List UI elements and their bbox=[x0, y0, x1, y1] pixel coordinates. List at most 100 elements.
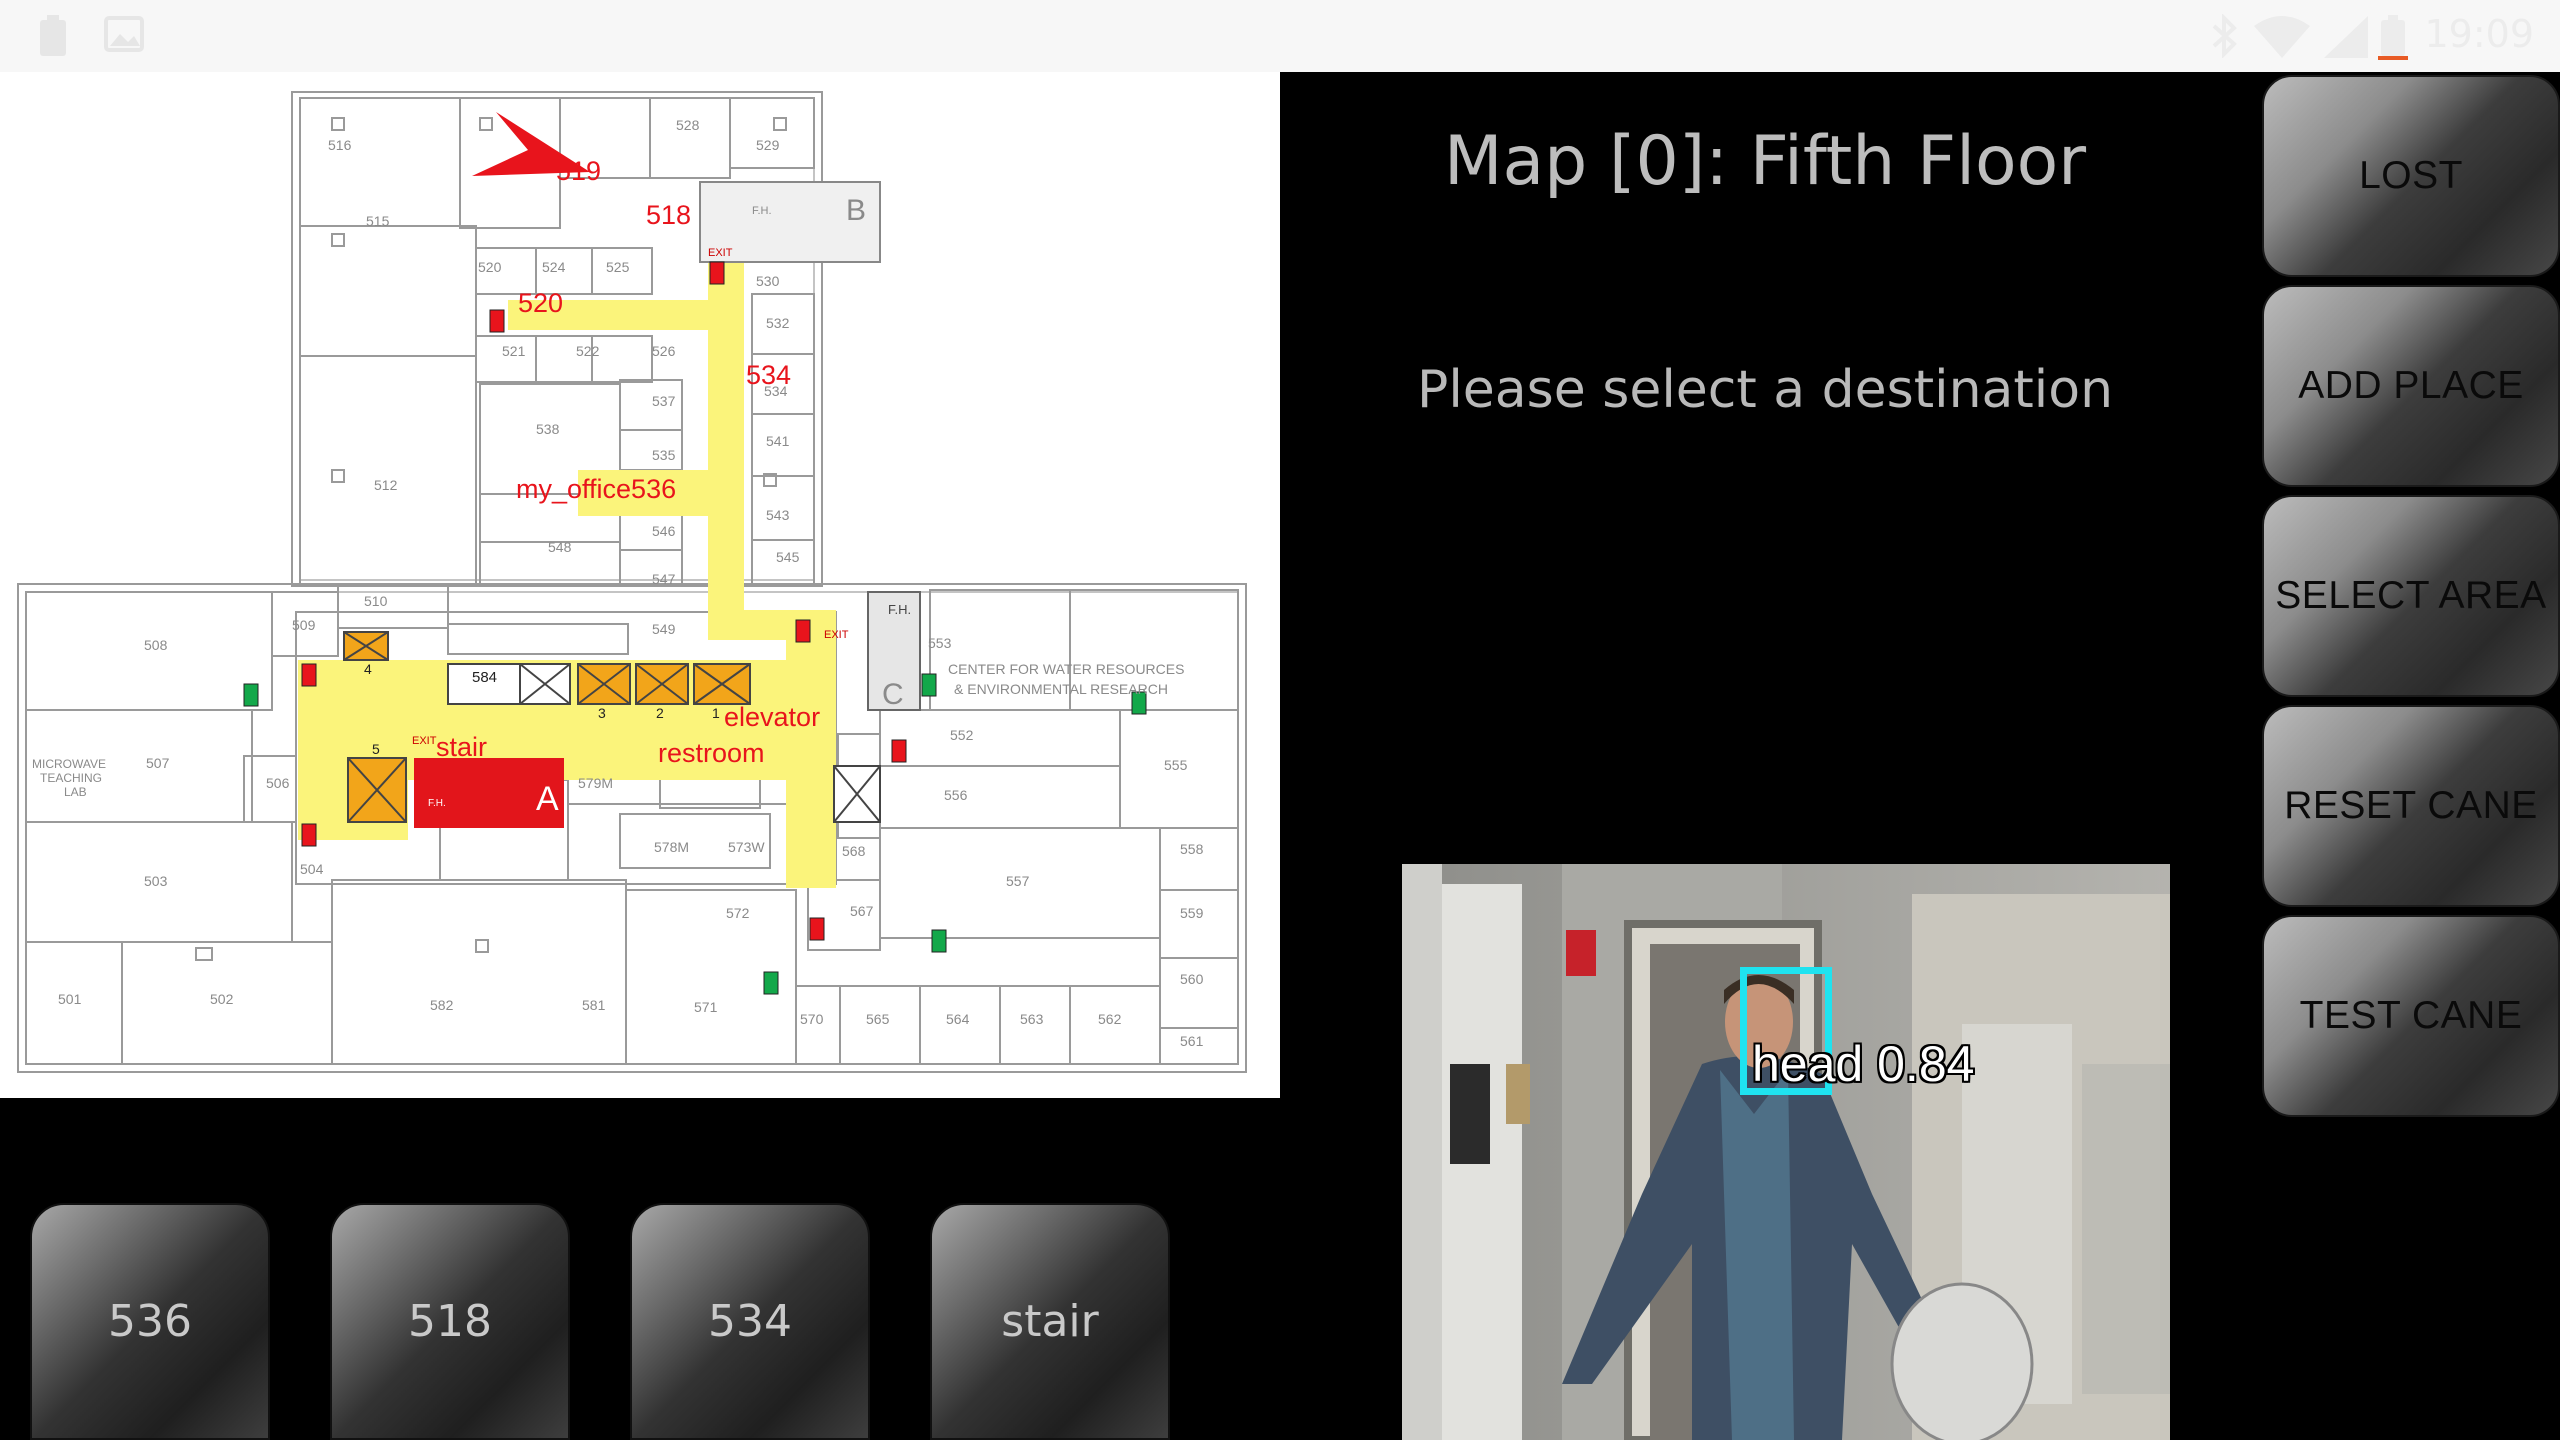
destination-button-536[interactable]: 536 bbox=[30, 1203, 270, 1440]
status-bar: 19:09 bbox=[0, 0, 2560, 72]
svg-text:508: 508 bbox=[144, 637, 168, 653]
image-icon bbox=[104, 16, 144, 52]
svg-text:560: 560 bbox=[1180, 971, 1204, 987]
svg-text:A: A bbox=[536, 780, 559, 818]
svg-text:581: 581 bbox=[582, 997, 606, 1013]
svg-text:568: 568 bbox=[842, 843, 866, 859]
floor-map[interactable]: 516 528 529 515 520 524 525 530 521 522 … bbox=[0, 72, 1280, 1098]
svg-text:556: 556 bbox=[944, 787, 968, 803]
svg-text:516: 516 bbox=[328, 137, 352, 153]
svg-text:547: 547 bbox=[652, 571, 676, 587]
svg-text:C: C bbox=[882, 678, 904, 711]
svg-text:546: 546 bbox=[652, 523, 676, 539]
svg-text:MICROWAVE: MICROWAVE bbox=[32, 757, 106, 771]
map-title: Map [0]: Fifth Floor bbox=[1443, 122, 2087, 201]
svg-text:559: 559 bbox=[1180, 905, 1204, 921]
svg-text:543: 543 bbox=[766, 507, 790, 523]
svg-text:B: B bbox=[846, 194, 866, 227]
svg-text:stair: stair bbox=[436, 732, 487, 762]
svg-text:565: 565 bbox=[866, 1011, 890, 1027]
svg-text:549: 549 bbox=[652, 621, 676, 637]
svg-text:CENTER FOR WATER RESOURCES: CENTER FOR WATER RESOURCES bbox=[948, 661, 1184, 677]
svg-text:521: 521 bbox=[502, 343, 526, 359]
test-cane-button[interactable]: TEST CANE bbox=[2262, 915, 2560, 1117]
svg-text:restroom: restroom bbox=[658, 738, 765, 768]
cell-signal-icon bbox=[2324, 16, 2368, 58]
svg-text:509: 509 bbox=[292, 617, 316, 633]
floor-plan-drawing: 516 528 529 515 520 524 525 530 521 522 … bbox=[17, 91, 1247, 1073]
battery-low-icon bbox=[2378, 15, 2408, 60]
svg-text:518: 518 bbox=[646, 200, 691, 230]
svg-text:552: 552 bbox=[950, 727, 974, 743]
clock: 19:09 bbox=[2424, 12, 2534, 56]
camera-preview bbox=[1402, 864, 2170, 1440]
svg-text:525: 525 bbox=[606, 259, 630, 275]
svg-text:526: 526 bbox=[652, 343, 676, 359]
destination-button-stair[interactable]: stair bbox=[930, 1203, 1170, 1440]
svg-text:532: 532 bbox=[766, 315, 790, 331]
svg-text:3: 3 bbox=[598, 705, 606, 721]
svg-text:2: 2 bbox=[656, 705, 664, 721]
svg-text:506: 506 bbox=[266, 775, 290, 791]
svg-text:TEACHING: TEACHING bbox=[40, 771, 102, 785]
svg-text:571: 571 bbox=[694, 999, 718, 1015]
svg-text:572: 572 bbox=[726, 905, 750, 921]
svg-text:570: 570 bbox=[800, 1011, 824, 1027]
svg-text:501: 501 bbox=[58, 991, 82, 1007]
svg-text:504: 504 bbox=[300, 861, 324, 877]
svg-text:564: 564 bbox=[946, 1011, 970, 1027]
svg-text:502: 502 bbox=[210, 991, 234, 1007]
select-area-button[interactable]: SELECT AREA bbox=[2262, 495, 2560, 697]
svg-text:F.H.: F.H. bbox=[428, 798, 446, 809]
svg-text:579M: 579M bbox=[578, 775, 613, 791]
svg-text:538: 538 bbox=[536, 421, 560, 437]
facilities bbox=[243, 112, 1147, 995]
svg-text:553: 553 bbox=[928, 635, 952, 651]
svg-text:507: 507 bbox=[146, 755, 170, 771]
battery-saver-icon bbox=[40, 15, 66, 56]
svg-text:522: 522 bbox=[576, 343, 600, 359]
svg-text:567: 567 bbox=[850, 903, 874, 919]
svg-text:& ENVIRONMENTAL RESEARCH: & ENVIRONMENTAL RESEARCH bbox=[954, 681, 1168, 697]
svg-text:545: 545 bbox=[776, 549, 800, 565]
svg-text:1: 1 bbox=[712, 705, 720, 721]
svg-text:LAB: LAB bbox=[64, 785, 87, 799]
svg-text:557: 557 bbox=[1006, 873, 1030, 889]
face-detection-label: head 0.84 bbox=[1752, 1036, 1975, 1092]
destination-button-518[interactable]: 518 bbox=[330, 1203, 570, 1440]
wifi-icon bbox=[2254, 16, 2310, 58]
svg-text:EXIT: EXIT bbox=[824, 629, 849, 641]
svg-text:528: 528 bbox=[676, 117, 700, 133]
svg-text:541: 541 bbox=[766, 433, 790, 449]
building-outline bbox=[17, 91, 1247, 1073]
svg-text:512: 512 bbox=[374, 477, 398, 493]
bluetooth-icon bbox=[2212, 14, 2237, 58]
svg-text:EXIT: EXIT bbox=[412, 735, 437, 747]
svg-text:534: 534 bbox=[746, 360, 791, 390]
svg-text:537: 537 bbox=[652, 393, 676, 409]
lost-button[interactable]: LOST bbox=[2262, 75, 2560, 277]
svg-text:582: 582 bbox=[430, 997, 454, 1013]
svg-text:563: 563 bbox=[1020, 1011, 1044, 1027]
room-markers bbox=[195, 117, 787, 961]
svg-text:5: 5 bbox=[372, 741, 380, 757]
svg-text:510: 510 bbox=[364, 593, 388, 609]
camera-scene bbox=[1402, 864, 2170, 1440]
destination-prompt: Please select a destination bbox=[1416, 360, 2114, 420]
svg-text:561: 561 bbox=[1180, 1033, 1204, 1049]
svg-text:535: 535 bbox=[652, 447, 676, 463]
svg-text:558: 558 bbox=[1180, 841, 1204, 857]
svg-text:503: 503 bbox=[144, 873, 168, 889]
svg-text:555: 555 bbox=[1164, 757, 1188, 773]
svg-text:524: 524 bbox=[542, 259, 566, 275]
svg-text:529: 529 bbox=[756, 137, 780, 153]
svg-text:my_office536: my_office536 bbox=[516, 474, 676, 504]
add-place-button[interactable]: ADD PLACE bbox=[2262, 285, 2560, 487]
destination-button-534[interactable]: 534 bbox=[630, 1203, 870, 1440]
reset-cane-button[interactable]: RESET CANE bbox=[2262, 705, 2560, 907]
svg-text:EXIT: EXIT bbox=[708, 247, 733, 259]
svg-text:520: 520 bbox=[478, 259, 502, 275]
svg-text:530: 530 bbox=[756, 273, 780, 289]
svg-text:4: 4 bbox=[364, 661, 372, 677]
svg-text:573W: 573W bbox=[728, 839, 765, 855]
